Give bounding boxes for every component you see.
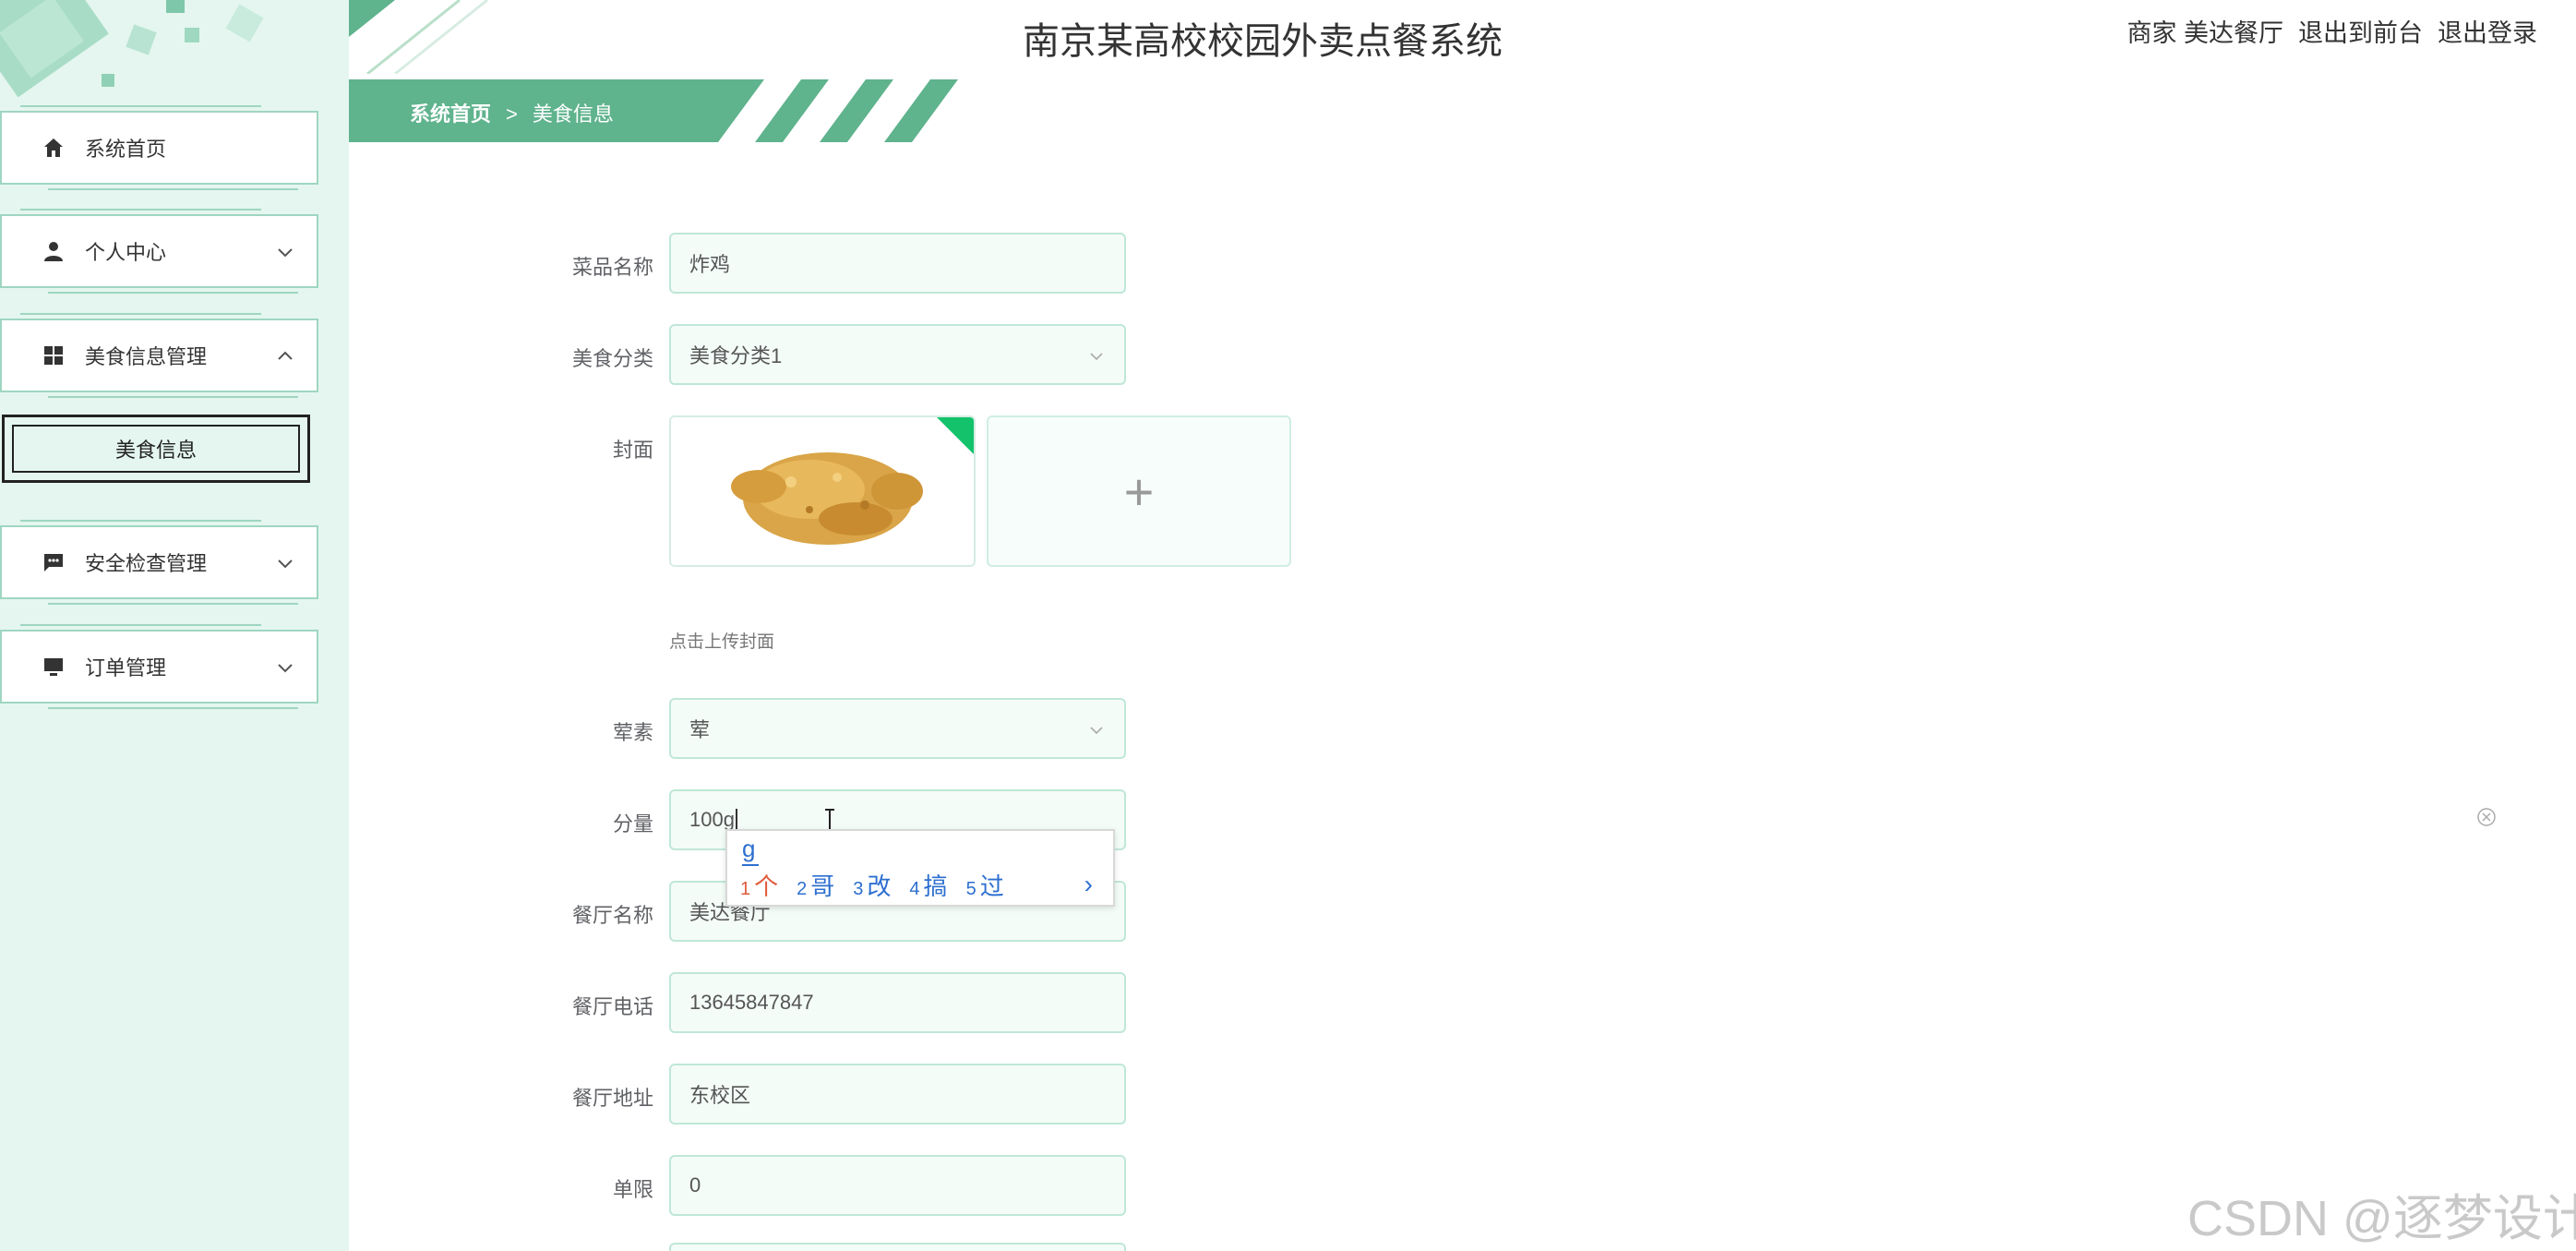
ime-candidate[interactable]: 5过 [966, 868, 1004, 902]
sidebar: 系统首页 个人中心 美食信息管理 美食信息 安全检查管理 订单管理 [0, 0, 349, 1251]
category-select-value: 美食分类1 [689, 344, 783, 367]
restaurant-address-label: 餐厅地址 [571, 1087, 653, 1110]
back-to-front-link[interactable]: 退出到前台 [2298, 13, 2423, 49]
sidebar-item-food-management[interactable]: 美食信息管理 [0, 313, 318, 398]
breadcrumb-text: 系统首页 > 美食信息 [410, 98, 614, 127]
ime-candidate-popup: g 1个 2哥 3改 4搞 5过 › [725, 829, 1115, 907]
text-caret [735, 809, 737, 831]
chat-icon [41, 549, 66, 575]
dish-name-input[interactable]: 炸鸡 [669, 233, 1126, 294]
sidebar-item-home[interactable]: 系统首页 [0, 105, 318, 190]
sidebar-item-label: 安全检查管理 [85, 552, 208, 575]
category-label: 美食分类 [571, 347, 653, 370]
sidebar-item-orders[interactable]: 订单管理 [0, 624, 318, 709]
restaurant-phone-input[interactable]: 13645847847 [669, 972, 1126, 1033]
sidebar-subitem-food-info[interactable]: 美食信息 [2, 415, 310, 483]
logout-link[interactable]: 退出登录 [2438, 13, 2537, 49]
next-field-input[interactable] [669, 1243, 1126, 1251]
restaurant-phone-label: 餐厅电话 [571, 995, 653, 1018]
grid-icon [41, 343, 66, 368]
user-role-label: 商家 美达餐厅 [2127, 19, 2283, 47]
header-links: 商家 美达餐厅 退出到前台 退出登录 [2127, 13, 2537, 49]
ime-next-page-icon[interactable]: › [1084, 870, 1093, 899]
sidebar-item-label: 美食信息管理 [85, 345, 208, 368]
breadcrumb-current: 美食信息 [532, 102, 614, 126]
breadcrumb: 系统首页 > 美食信息 [349, 79, 995, 142]
sidebar-item-personal-center[interactable]: 个人中心 [0, 209, 318, 294]
cover-label: 封面 [612, 439, 653, 462]
ime-candidate[interactable]: 4搞 [909, 868, 947, 902]
breadcrumb-home[interactable]: 系统首页 [410, 102, 491, 126]
sidebar-item-label: 系统首页 [85, 138, 167, 161]
meat-veg-label: 荤素 [612, 721, 653, 744]
fried-chicken-image [671, 417, 974, 565]
portion-label: 分量 [612, 812, 653, 836]
person-icon [41, 238, 66, 264]
ime-composition-text: g [742, 835, 756, 862]
sidebar-item-label: 订单管理 [85, 656, 167, 680]
ime-candidate[interactable]: 3改 [853, 868, 891, 902]
order-limit-label: 单限 [612, 1178, 653, 1201]
plus-icon: + [1123, 462, 1155, 521]
sidebar-item-label: 个人中心 [85, 241, 167, 264]
watermark: CSDN @逐梦设计 [2187, 1191, 2576, 1246]
chevron-down-icon [1090, 353, 1103, 361]
sidebar-item-safety-check[interactable]: 安全检查管理 [0, 520, 318, 605]
header-decoration [349, 0, 488, 74]
breadcrumb-separator: > [506, 102, 518, 126]
close-circle-icon[interactable] [2476, 807, 2497, 827]
order-limit-input[interactable]: 0 [669, 1155, 1126, 1216]
chevron-down-icon [278, 559, 293, 569]
restaurant-name-label: 餐厅名称 [571, 904, 653, 927]
home-icon [41, 135, 66, 161]
sidebar-subitem-label: 美食信息 [114, 439, 197, 462]
ime-composition-underline [742, 864, 759, 866]
cover-upload-button[interactable]: + [987, 415, 1291, 567]
sidebar-decoration [0, 0, 264, 98]
ime-candidate-list: 1个 2哥 3改 4搞 5过 [740, 868, 1004, 902]
chevron-down-icon [278, 248, 293, 258]
app-title: 南京某高校校园外卖点餐系统 [1023, 21, 1503, 62]
ime-candidate[interactable]: 2哥 [797, 868, 834, 902]
ime-candidate[interactable]: 1个 [740, 868, 778, 902]
cover-upload-hint: 点击上传封面 [669, 632, 775, 652]
chevron-down-icon [278, 664, 293, 673]
cover-image-thumbnail[interactable] [669, 415, 976, 567]
meat-veg-select-value: 荤 [689, 718, 711, 741]
monitor-icon [41, 654, 66, 680]
chevron-down-icon [1090, 727, 1103, 735]
dish-name-label: 菜品名称 [571, 256, 653, 279]
meat-veg-select[interactable]: 荤 [669, 698, 1126, 759]
chevron-up-icon [278, 351, 293, 360]
restaurant-address-input[interactable]: 东校区 [669, 1064, 1126, 1125]
category-select[interactable]: 美食分类1 [669, 324, 1126, 385]
